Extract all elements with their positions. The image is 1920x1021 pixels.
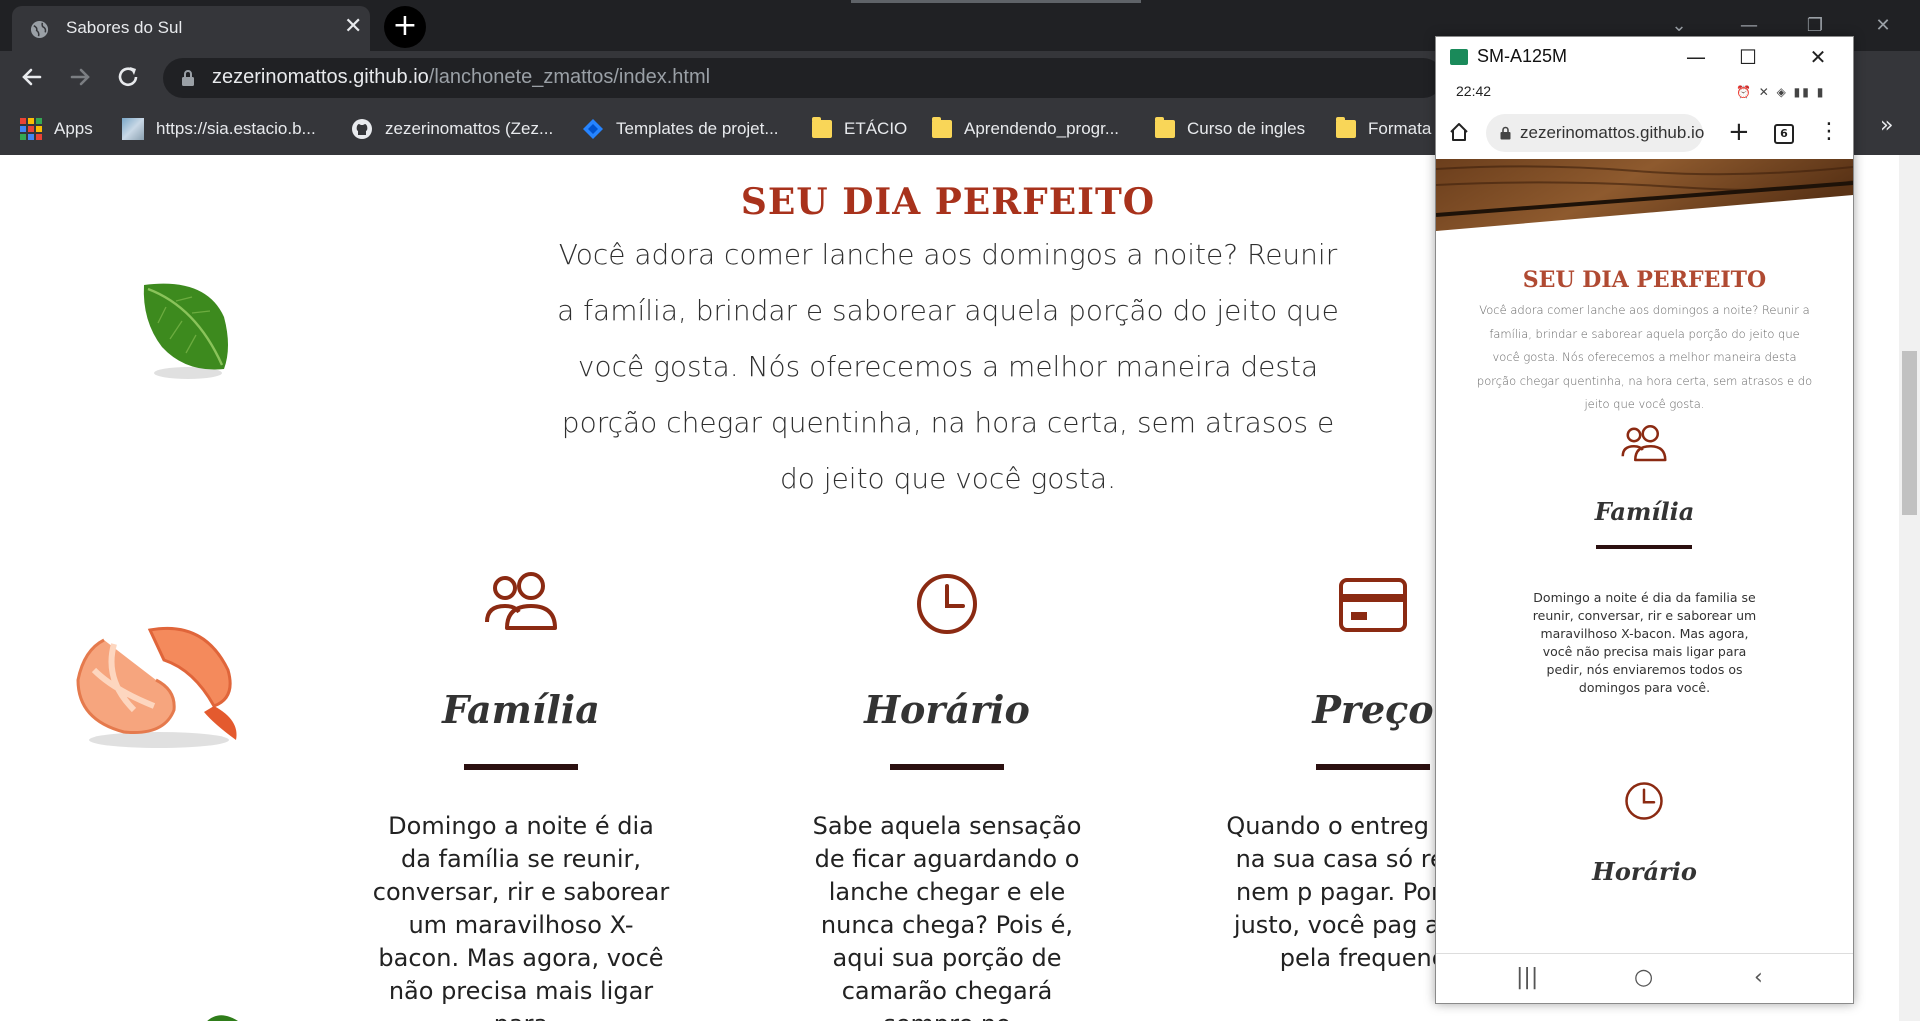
home-icon[interactable] (1448, 121, 1470, 143)
bookmark-label: zezerinomattos (Zez... (385, 119, 554, 138)
feature-divider (1316, 764, 1430, 770)
bookmark-sia[interactable]: https://sia.estacio.b... (122, 115, 316, 143)
phone-section-intro: Você adora comer lanche aos domingos a n… (1476, 303, 1813, 411)
bookmark-folder-formata[interactable]: Formata (1336, 115, 1431, 143)
phone-window-titlebar: SM-A125M — ☐ ✕ (1436, 37, 1853, 77)
device-app-icon (1450, 49, 1468, 65)
more-menu-icon[interactable]: ⋮ (1818, 117, 1840, 147)
status-icons: ⏰ ✕ ◈ ▮▮ ▮ (1736, 85, 1826, 99)
phone-address-bar[interactable]: zezerinomattos.github.io (1486, 114, 1705, 152)
phone-url: zezerinomattos.github.io (1520, 123, 1705, 142)
device-name: SM-A125M (1477, 46, 1568, 66)
feature-text: Domingo a noite é dia da família se reun… (372, 812, 670, 1021)
feature-text: Sabe aquela sensação de ficar aguardando… (812, 812, 1082, 1021)
bookmark-templates[interactable]: Templates de projet... (582, 115, 779, 143)
back-button[interactable]: ‹ (1754, 964, 1763, 992)
tab-title: Sabores do Sul (66, 18, 183, 37)
bookmark-folder-etacio[interactable]: ETÁCIO (812, 115, 907, 143)
bookmark-github[interactable]: zezerinomattos (Zez... (351, 115, 553, 143)
url-path: /lanchonete_zmattos/index.html (428, 66, 711, 88)
new-tab-button[interactable]: + (384, 6, 426, 48)
diamond-icon (583, 119, 603, 139)
bookmark-label: Formata (1368, 119, 1432, 138)
new-tab-button[interactable]: + (1728, 117, 1750, 147)
folder-icon (1336, 117, 1356, 138)
recent-apps-button[interactable]: ||| (1516, 964, 1538, 992)
scrollbar-thumb[interactable] (1902, 351, 1917, 515)
shrimp-image (76, 626, 237, 748)
feature-divider (464, 764, 578, 770)
feature-card-horario: Horário Sabe aquela sensação de ficar ag… (797, 572, 1097, 1021)
phone-mirror-window: SM-A125M — ☐ ✕ 22:42 ⏰ ✕ ◈ ▮▮ ▮ zezerino… (1435, 36, 1854, 1004)
clock-icon (1625, 782, 1663, 820)
bookmark-folder-ingles[interactable]: Curso de ingles (1155, 115, 1305, 143)
maximize-button[interactable]: ☐ (1728, 41, 1768, 73)
credit-card-icon (1339, 578, 1407, 632)
feature-divider (890, 764, 1004, 770)
feature-card-familia: Família Domingo a noite é dia da família… (371, 572, 671, 1021)
bookmark-folder-aprendendo[interactable]: Aprendendo_progr... (932, 115, 1119, 143)
phone-section-title: SEU DIA PERFEITO (1522, 267, 1767, 293)
site-icon (122, 118, 144, 140)
phone-page-content: SEU DIA PERFEITO Você adora comer lanche… (1436, 159, 1853, 953)
folder-icon (812, 117, 832, 138)
bookmark-apps[interactable]: Apps (20, 115, 93, 143)
back-arrow-icon[interactable] (16, 61, 48, 93)
url-host: zezerinomattos.github.io (212, 66, 429, 88)
clock-icon (917, 574, 977, 634)
phone-feature-divider (1596, 545, 1692, 549)
bookmark-label: https://sia.estacio.b... (156, 119, 316, 138)
phone-browser-bar: zezerinomattos.github.io + 6 ⋮ (1436, 107, 1853, 159)
bookmark-label: Curso de ingles (1187, 119, 1306, 138)
lock-icon (1500, 126, 1511, 140)
tab-count-button[interactable]: 6 (1774, 124, 1794, 144)
address-bar[interactable]: zezerinomattos.github.io/lanchonete_zmat… (163, 58, 1443, 98)
bookmark-label: Apps (54, 119, 93, 138)
bookmarks-overflow-button[interactable]: » (1880, 113, 1893, 138)
leaf-image (143, 283, 228, 379)
bookmark-label: ETÁCIO (844, 119, 908, 138)
minimize-button[interactable]: — (1676, 41, 1716, 73)
leaf-image-small (207, 1015, 238, 1021)
tab-sabores-do-sul[interactable]: Sabores do Sul ✕ (12, 6, 370, 51)
bookmark-label: Aprendendo_progr... (964, 119, 1120, 138)
family-icon (1621, 425, 1667, 462)
lock-icon (182, 70, 194, 86)
close-window-button[interactable]: ✕ (1850, 6, 1916, 46)
phone-status-bar: 22:42 ⏰ ✕ ◈ ▮▮ ▮ (1436, 77, 1853, 107)
close-window-button[interactable]: ✕ (1798, 41, 1838, 73)
phone-feature-title: Família (1594, 497, 1695, 526)
wood-banner-image (1436, 159, 1853, 231)
url-text[interactable]: zezerinomattos.github.io/lanchonete_zmat… (212, 66, 710, 89)
forward-arrow-icon[interactable] (64, 61, 96, 93)
page-scrollbar[interactable] (1899, 155, 1920, 1021)
status-time: 22:42 (1456, 83, 1492, 99)
close-icon[interactable]: ✕ (344, 16, 362, 38)
apps-grid-icon (20, 118, 42, 140)
github-icon (352, 119, 372, 139)
folder-icon (932, 117, 952, 138)
tab-search-indicator (851, 0, 1141, 3)
reload-icon[interactable] (112, 61, 144, 93)
folder-icon (1155, 117, 1175, 138)
feature-title: Família (442, 687, 600, 732)
section-title: SEU DIA PERFEITO (740, 181, 1156, 223)
phone-feature-title: Horário (1592, 857, 1697, 886)
phone-feature-text: Domingo a noite é dia da familia se reun… (1532, 590, 1757, 695)
section-intro: Você adora comer lanche aos domingos a n… (557, 238, 1339, 495)
phone-nav-bar: ||| ○ ‹ (1436, 953, 1853, 1003)
bookmark-label: Templates de projet... (616, 119, 779, 138)
home-button[interactable]: ○ (1634, 964, 1653, 992)
globe-icon (30, 20, 49, 39)
feature-title: Horário (864, 687, 1030, 732)
family-icon (485, 572, 557, 630)
